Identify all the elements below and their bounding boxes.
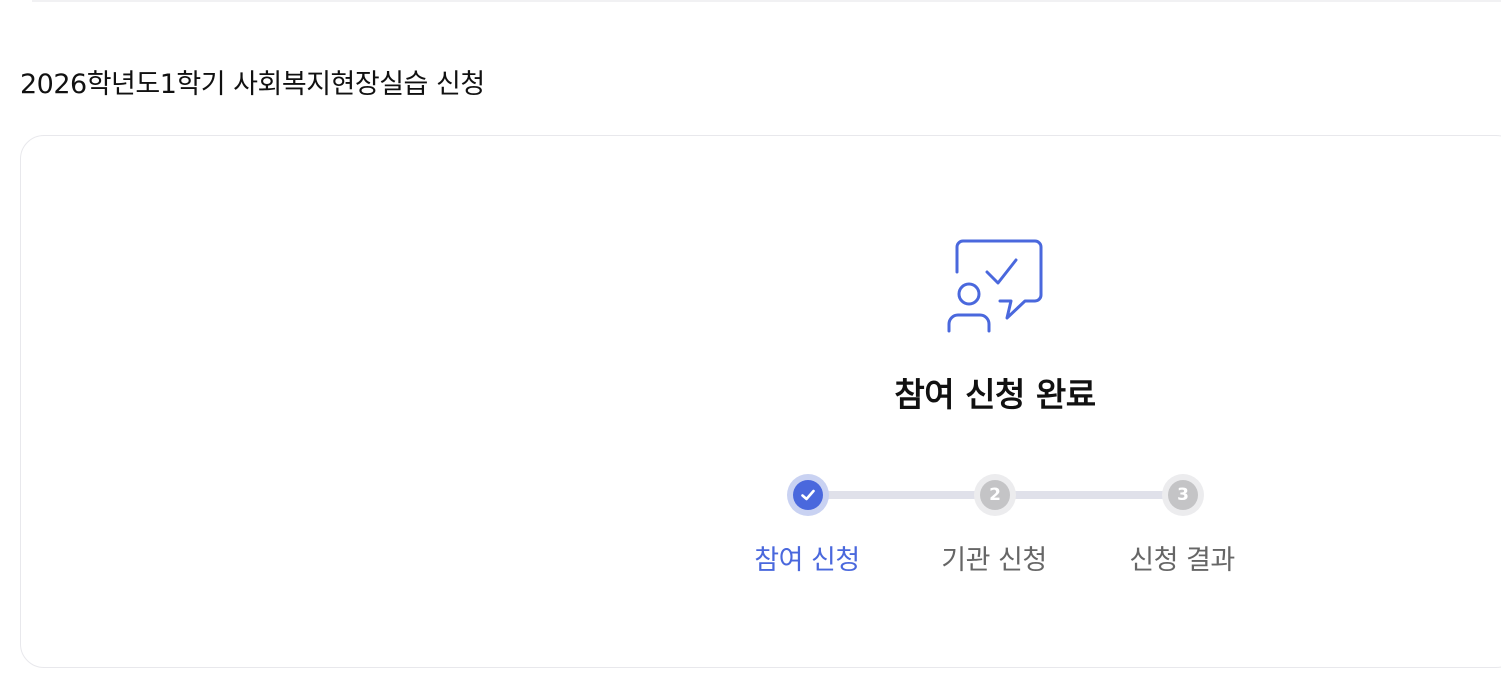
step-1-marker xyxy=(793,480,823,510)
step-1-label[interactable]: 참여 신청 xyxy=(727,538,887,577)
step-1-node[interactable] xyxy=(787,474,829,516)
page-title: 2026학년도1학기 사회복지현장실습 신청 xyxy=(20,69,485,100)
step-2-label[interactable]: 기관 신청 xyxy=(914,538,1074,577)
step-3-marker: 3 xyxy=(1168,480,1198,510)
check-icon xyxy=(801,489,815,501)
step-3-node[interactable]: 3 xyxy=(1162,474,1204,516)
completion-heading: 참여 신청 완료 xyxy=(894,375,1096,414)
top-divider xyxy=(32,0,1501,2)
step-2-marker: 2 xyxy=(980,480,1010,510)
application-status-card xyxy=(20,135,1501,668)
person-chat-check-icon xyxy=(947,239,1043,333)
step-2-node[interactable]: 2 xyxy=(974,474,1016,516)
step-3-label[interactable]: 신청 결과 xyxy=(1102,538,1262,577)
